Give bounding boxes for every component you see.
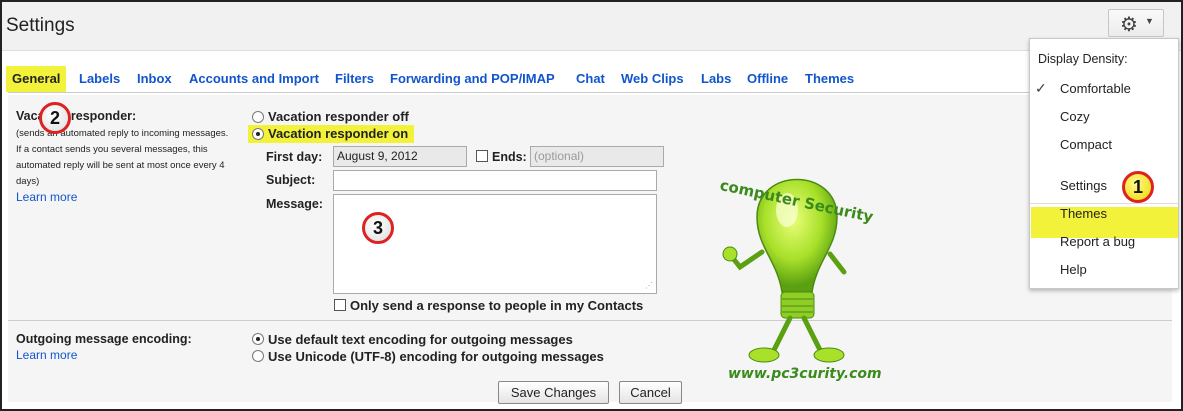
checkmark-icon: ✓ (1035, 80, 1047, 96)
encoding-learn-more-link[interactable]: Learn more (16, 348, 77, 362)
density-comfortable[interactable]: Comfortable (1060, 81, 1131, 96)
unicode-encoding-radio[interactable] (252, 350, 264, 362)
annotation-badge-1: 1 (1122, 171, 1154, 203)
message-label: Message: (266, 197, 323, 211)
contacts-only-label: Only send a response to people in my Con… (350, 298, 644, 313)
menu-item-help[interactable]: Help (1060, 262, 1087, 277)
menu-item-settings[interactable]: Settings (1060, 178, 1107, 193)
cancel-button[interactable]: Cancel (619, 381, 682, 404)
tab-themes[interactable]: Themes (805, 66, 854, 92)
tab-accounts-and-import[interactable]: Accounts and Import (189, 66, 319, 92)
description-line: automated reply will be sent at most onc… (16, 160, 225, 171)
tab-labs[interactable]: Labs (701, 66, 731, 92)
settings-dropdown-menu: Display Density: ✓ Comfortable Cozy Comp… (1029, 38, 1179, 289)
tab-forwarding-pop-imap[interactable]: Forwarding and POP/IMAP (390, 66, 555, 92)
page-title: Settings (6, 15, 75, 36)
watermark-url: www.pc3curity.com (728, 366, 882, 382)
density-compact[interactable]: Compact (1060, 137, 1112, 152)
vacation-on-radio[interactable] (252, 128, 264, 140)
tab-general[interactable]: General (6, 66, 67, 92)
settings-gear-button[interactable]: ⚙ ▼ (1108, 9, 1164, 37)
vacation-responder-description: (sends an automated reply to incoming me… (16, 126, 238, 190)
vacation-learn-more-link[interactable]: Learn more (16, 190, 77, 204)
ends-label: Ends: (492, 150, 527, 164)
vacation-on-label: Vacation responder on (268, 126, 409, 141)
menu-divider (1030, 203, 1178, 204)
menu-item-themes[interactable]: Themes (1060, 206, 1107, 221)
first-day-field[interactable]: August 9, 2012 (333, 146, 467, 167)
default-encoding-radio[interactable] (252, 333, 264, 345)
contacts-only-checkbox[interactable] (334, 299, 346, 311)
vacation-off-radio[interactable] (252, 111, 264, 123)
chevron-down-icon: ▼ (1145, 16, 1154, 26)
description-line: If a contact sends you several messages,… (16, 144, 208, 155)
vacation-responder-title: Vacation responder: (16, 109, 137, 123)
tab-chat[interactable]: Chat (576, 66, 605, 92)
header-divider (2, 50, 1181, 51)
tab-offline[interactable]: Offline (747, 66, 788, 92)
tabs-divider (8, 92, 1172, 93)
tab-filters[interactable]: Filters (335, 66, 374, 92)
gear-icon: ⚙ (1120, 14, 1138, 36)
save-changes-button[interactable]: Save Changes (498, 381, 609, 404)
tab-inbox[interactable]: Inbox (137, 66, 172, 92)
unicode-encoding-label: Use Unicode (UTF-8) encoding for outgoin… (268, 349, 604, 364)
menu-item-report-bug[interactable]: Report a bug (1060, 234, 1135, 249)
annotation-badge-2: 2 (39, 102, 71, 134)
tab-web-clips[interactable]: Web Clips (621, 66, 684, 92)
description-line: days) (16, 176, 40, 187)
default-encoding-label: Use default text encoding for outgoing m… (268, 332, 573, 347)
message-textarea[interactable]: ⋰ (333, 194, 657, 294)
tab-labels[interactable]: Labels (79, 66, 120, 92)
ends-date-field[interactable]: (optional) (530, 146, 664, 167)
encoding-title: Outgoing message encoding: (16, 332, 192, 346)
first-day-label: First day: (266, 150, 323, 164)
display-density-heading: Display Density: (1038, 52, 1128, 66)
section-divider (8, 320, 1172, 321)
vacation-off-label: Vacation responder off (268, 109, 409, 124)
annotation-badge-3: 3 (362, 212, 394, 244)
subject-field[interactable] (333, 170, 657, 191)
resize-grip-icon[interactable]: ⋰ (645, 281, 653, 290)
subject-label: Subject: (266, 173, 316, 187)
ends-checkbox[interactable] (476, 150, 488, 162)
settings-header: Settings (2, 2, 1181, 50)
density-cozy[interactable]: Cozy (1060, 109, 1090, 124)
